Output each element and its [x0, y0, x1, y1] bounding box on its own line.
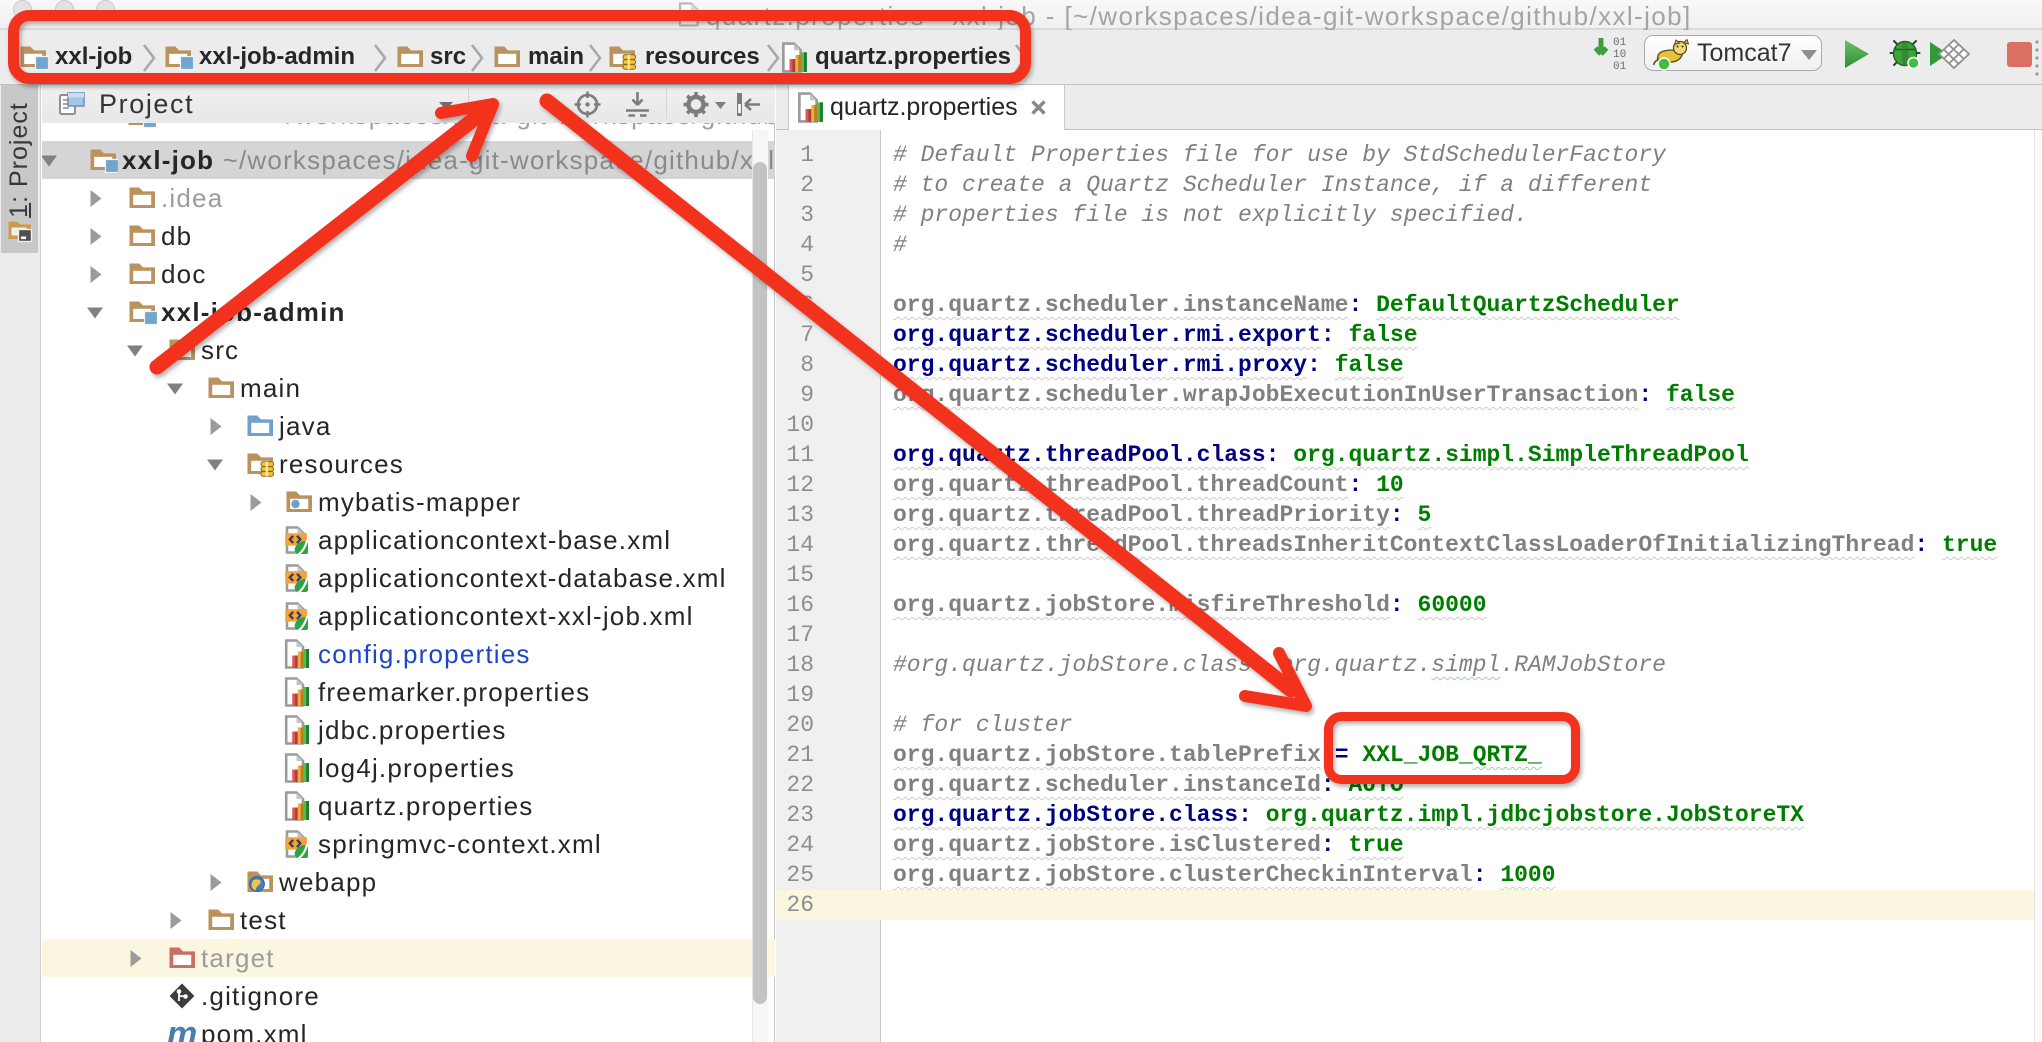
svg-text:10: 10: [1613, 49, 1626, 61]
svg-text:01: 01: [1613, 37, 1627, 49]
svg-text:01: 01: [1613, 61, 1627, 73]
